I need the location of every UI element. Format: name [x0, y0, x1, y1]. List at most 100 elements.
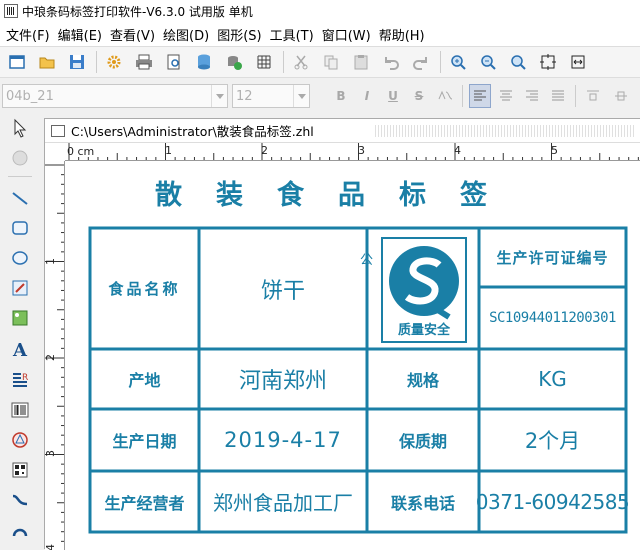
- fit-width-icon[interactable]: [567, 51, 589, 73]
- phone-value[interactable]: 0371-60942585: [476, 471, 630, 532]
- text-tool-icon[interactable]: A: [8, 338, 32, 362]
- font-name-select[interactable]: 04b_21: [2, 84, 228, 108]
- open-icon[interactable]: [36, 51, 58, 73]
- food-name-value[interactable]: 饼干: [199, 228, 367, 349]
- rich-text-tool-icon[interactable]: R: [8, 368, 32, 392]
- database-icon[interactable]: [193, 51, 215, 73]
- ruler-v-tick-4: 4: [45, 544, 57, 550]
- valign-middle-icon[interactable]: [610, 84, 632, 108]
- save-icon[interactable]: [66, 51, 88, 73]
- italic-button[interactable]: I: [356, 84, 378, 108]
- document-title-bar: C:\Users\Administrator\散装食品标签.zhl: [45, 119, 640, 143]
- db-connect-icon[interactable]: [223, 51, 245, 73]
- copy-icon[interactable]: [320, 51, 342, 73]
- paste-icon[interactable]: [350, 51, 372, 73]
- ruler-h-tick-5: 5: [551, 144, 558, 157]
- svg-text:R: R: [22, 373, 28, 383]
- qs-logo[interactable]: 质量安全: [381, 237, 467, 343]
- rounded-rect-tool-icon[interactable]: [8, 216, 32, 240]
- menu-file[interactable]: 文件(F): [4, 25, 56, 44]
- align-justify-icon[interactable]: [547, 84, 569, 108]
- ellipse-tool-icon[interactable]: [8, 246, 32, 270]
- align-right-icon[interactable]: [521, 84, 543, 108]
- spec-value[interactable]: KG: [479, 349, 626, 409]
- license-value[interactable]: SC10944011200301: [479, 287, 626, 349]
- settings-icon[interactable]: [103, 51, 125, 73]
- menu-draw[interactable]: 绘图(D): [161, 25, 215, 44]
- ruler-h-tick-3: 3: [358, 144, 365, 157]
- grid-icon[interactable]: [253, 51, 275, 73]
- undo-icon[interactable]: [380, 51, 402, 73]
- shelf-life-label[interactable]: 保质期: [367, 409, 479, 471]
- font-size-select[interactable]: 12: [232, 84, 310, 108]
- select-pointer-icon[interactable]: [8, 116, 32, 140]
- producer-label[interactable]: 生产经营者: [90, 471, 199, 532]
- zoom-in-icon[interactable]: [447, 51, 469, 73]
- label-canvas[interactable]: 散装食品标签 食品名称 饼干 质量安全 公 生产许可证编号 SC10944011…: [65, 161, 640, 550]
- document-window: C:\Users\Administrator\散装食品标签.zhl 0 cm 1…: [44, 118, 640, 550]
- redo-icon[interactable]: [410, 51, 432, 73]
- arc-tool-icon[interactable]: [8, 518, 32, 542]
- zoom-fit-icon[interactable]: [507, 51, 529, 73]
- valign-top-icon[interactable]: [582, 84, 604, 108]
- menu-window[interactable]: 窗口(W): [320, 25, 377, 44]
- shape-tool-icon[interactable]: [8, 428, 32, 452]
- cut-icon[interactable]: [290, 51, 312, 73]
- ruler-h-tick-1: 1: [165, 144, 172, 157]
- font-size-value: 12: [236, 88, 253, 104]
- shelf-life-value[interactable]: 2个月: [479, 409, 626, 471]
- ruler-h-tick-4: 4: [454, 144, 461, 157]
- title-bar: 中琅条码标签打印软件-V6.3.0 试用版 单机: [0, 0, 640, 22]
- document-icon: [51, 124, 65, 137]
- stray-text: 公: [360, 253, 374, 268]
- char-spacing-icon[interactable]: [434, 84, 456, 108]
- align-left-icon[interactable]: [469, 84, 491, 108]
- origin-value[interactable]: 河南郑州: [199, 349, 367, 409]
- qs-logo-caption: 质量安全: [397, 323, 450, 338]
- producer-value[interactable]: 郑州食品加工厂: [199, 471, 367, 532]
- menu-bar: 文件(F) 编辑(E) 查看(V) 绘图(D) 图形(S) 工具(T) 窗口(W…: [0, 22, 640, 46]
- qrcode-tool-icon[interactable]: [8, 458, 32, 482]
- format-toolbar: 04b_21 12 B I U S: [0, 80, 640, 112]
- drawing-toolbar: A R: [0, 112, 40, 549]
- menu-tools[interactable]: 工具(T): [268, 25, 320, 44]
- vertical-ruler: 1 2 3 4: [45, 161, 65, 550]
- image-tool-icon[interactable]: [8, 306, 32, 330]
- preview-icon[interactable]: [163, 51, 185, 73]
- ruler-h-tick-2: 2: [261, 144, 268, 157]
- curve-tool-icon[interactable]: [8, 488, 32, 512]
- print-icon[interactable]: [133, 51, 155, 73]
- underline-button[interactable]: U: [382, 84, 404, 108]
- chevron-down-icon[interactable]: [211, 85, 227, 107]
- menu-shape[interactable]: 图形(S): [215, 25, 267, 44]
- font-name-value: 04b_21: [6, 88, 54, 104]
- horizontal-ruler: 0 cm 1 2 3 4 5: [65, 143, 640, 161]
- chevron-down-icon[interactable]: [293, 85, 309, 107]
- menu-edit[interactable]: 编辑(E): [56, 25, 108, 44]
- menu-view[interactable]: 查看(V): [108, 25, 161, 44]
- align-center-icon[interactable]: [495, 84, 517, 108]
- origin-label[interactable]: 产地: [90, 349, 199, 409]
- zoom-out-icon[interactable]: [477, 51, 499, 73]
- document-path: C:\Users\Administrator\散装食品标签.zhl: [71, 124, 314, 139]
- window-title: 中琅条码标签打印软件-V6.3.0 试用版 单机: [22, 4, 253, 19]
- spec-label[interactable]: 规格: [367, 349, 479, 409]
- pan-hand-icon[interactable]: [8, 146, 32, 170]
- main-toolbar: [0, 46, 640, 78]
- image-edit-tool-icon[interactable]: [8, 276, 32, 300]
- ruler-unit: 0 cm: [67, 145, 95, 158]
- date-label[interactable]: 生产日期: [90, 409, 199, 471]
- strikethrough-button[interactable]: S: [408, 84, 430, 108]
- license-label[interactable]: 生产许可证编号: [479, 228, 626, 287]
- menu-help[interactable]: 帮助(H): [377, 25, 431, 44]
- ruler-v-tick-2: 2: [45, 354, 57, 361]
- ruler-v-tick-3: 3: [45, 450, 57, 457]
- new-icon[interactable]: [6, 51, 28, 73]
- date-value[interactable]: 2019-4-17: [199, 409, 367, 471]
- bold-button[interactable]: B: [330, 84, 352, 108]
- barcode-tool-icon[interactable]: [8, 398, 32, 422]
- fit-page-icon[interactable]: [537, 51, 559, 73]
- food-name-label[interactable]: 食品名称: [90, 228, 199, 349]
- line-tool-icon[interactable]: [8, 186, 32, 210]
- phone-label[interactable]: 联系电话: [367, 471, 479, 532]
